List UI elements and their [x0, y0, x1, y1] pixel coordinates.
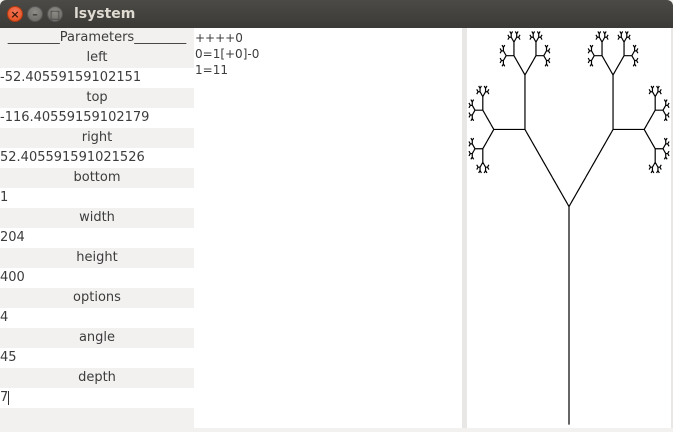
- parameters-header: ________Parameters________: [0, 28, 194, 48]
- width-field[interactable]: 204: [0, 228, 194, 248]
- left-field[interactable]: -52.40559159102151: [0, 68, 194, 88]
- fractal-tree-drawing: [468, 31, 670, 425]
- left-label: left: [0, 48, 194, 68]
- parameters-panel: ________Parameters________ left -52.4055…: [0, 28, 194, 428]
- right-field[interactable]: 52.405591591021526: [0, 148, 194, 168]
- lsystem-canvas: [467, 28, 671, 428]
- rule-line: 1=11: [195, 63, 228, 77]
- maximize-icon[interactable]: □: [47, 6, 63, 22]
- text-cursor: [8, 390, 10, 405]
- depth-value: 7: [0, 390, 9, 405]
- bottom-label: bottom: [0, 168, 194, 188]
- close-icon[interactable]: ×: [7, 6, 23, 22]
- minimize-icon[interactable]: –: [27, 6, 43, 22]
- depth-field[interactable]: 7: [0, 388, 194, 408]
- axiom-line: ++++0: [195, 31, 243, 45]
- rules-editor[interactable]: ++++0 0=1[+0]-0 1=11: [194, 28, 462, 428]
- tree-branches: [468, 31, 670, 425]
- options-label: options: [0, 288, 194, 308]
- window-title: lsystem: [74, 6, 136, 22]
- height-label: height: [0, 248, 194, 268]
- depth-label: depth: [0, 368, 194, 388]
- angle-label: angle: [0, 328, 194, 348]
- top-label: top: [0, 88, 194, 108]
- title-bar: × – □ lsystem: [0, 0, 673, 28]
- top-field[interactable]: -116.40559159102179: [0, 108, 194, 128]
- width-label: width: [0, 208, 194, 228]
- right-label: right: [0, 128, 194, 148]
- angle-field[interactable]: 45: [0, 348, 194, 368]
- height-field[interactable]: 400: [0, 268, 194, 288]
- options-field[interactable]: 4: [0, 308, 194, 328]
- rule-line: 0=1[+0]-0: [195, 47, 260, 61]
- bottom-field[interactable]: 1: [0, 188, 194, 208]
